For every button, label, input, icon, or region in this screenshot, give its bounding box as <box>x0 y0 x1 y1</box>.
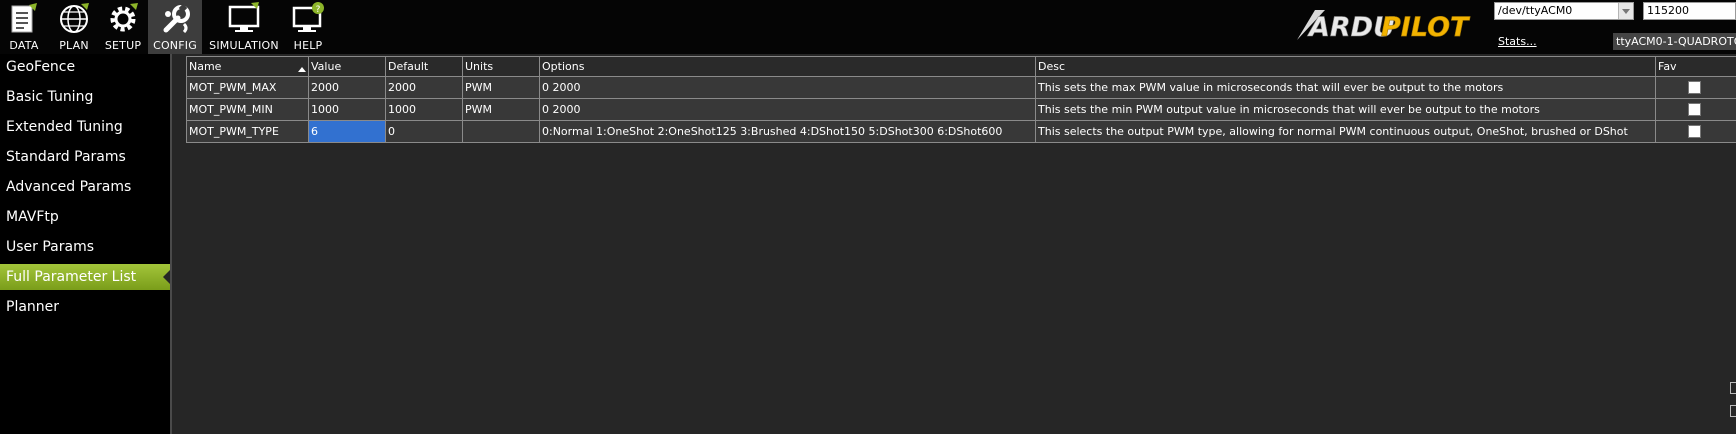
param-name-cell: MOT_PWM_MAX <box>186 76 309 99</box>
sidebar-item-planner[interactable]: Planner <box>0 294 170 320</box>
port-select-value: /dev/ttyACM0 <box>1498 4 1573 17</box>
param-options-cell: 0:Normal 1:OneShot 2:OneShot125 3:Brushe… <box>539 120 1036 143</box>
column-header-options[interactable]: Options <box>539 56 1036 77</box>
help-monitor-icon: ? <box>292 2 324 32</box>
column-header-default[interactable]: Default <box>385 56 463 77</box>
help-button[interactable]: ? HELP <box>286 0 330 54</box>
param-value-cell[interactable]: 1000 <box>308 98 386 121</box>
param-default-cell: 1000 <box>385 98 463 121</box>
param-fav-cell <box>1655 120 1736 143</box>
param-fav-cell <box>1655 76 1736 99</box>
column-header-units[interactable]: Units <box>462 56 540 77</box>
sidebar-item-standard-params[interactable]: Standard Params <box>0 144 170 170</box>
param-options-cell: 0 2000 <box>539 98 1036 121</box>
param-desc-cell: This selects the output PWM type, allowi… <box>1035 120 1656 143</box>
data-icon <box>11 3 37 33</box>
param-units-cell <box>462 120 540 143</box>
setup-button-label: SETUP <box>104 39 142 52</box>
column-header-name-label: Name <box>189 60 222 73</box>
column-header-value[interactable]: Value <box>308 56 386 77</box>
logo-pilot-text: PILOT <box>1381 12 1471 43</box>
table-row[interactable]: MOT_PWM_MAX 2000 2000 PWM 0 2000 This se… <box>186 76 1736 99</box>
sort-ascending-icon <box>298 67 306 72</box>
plan-button-label: PLAN <box>59 39 89 52</box>
sidebar-divider <box>170 54 172 434</box>
sidebar-item-mavftp[interactable]: MAVFtp <box>0 204 170 230</box>
data-button-label: DATA <box>9 39 39 52</box>
edge-checkbox[interactable] <box>1730 382 1736 394</box>
sidebar-item-geofence[interactable]: GeoFence <box>0 54 170 80</box>
param-desc-cell: This sets the max PWM value in microseco… <box>1035 76 1656 99</box>
config-button[interactable]: CONFIG <box>148 0 202 54</box>
ardupilot-logo: ARDU PILOT <box>1297 10 1471 43</box>
svg-text:?: ? <box>316 5 321 15</box>
simulation-button[interactable]: SIMULATION <box>206 0 282 54</box>
param-units-cell: PWM <box>462 76 540 99</box>
sidebar-item-extended-tuning[interactable]: Extended Tuning <box>0 114 170 140</box>
table-row[interactable]: MOT_PWM_MIN 1000 1000 PWM 0 2000 This se… <box>186 98 1736 121</box>
table-row[interactable]: MOT_PWM_TYPE 6 0 0:Normal 1:OneShot 2:On… <box>186 120 1736 143</box>
help-button-label: HELP <box>293 39 323 52</box>
column-header-name[interactable]: Name <box>186 56 309 77</box>
chevron-down-icon[interactable] <box>1618 3 1633 19</box>
column-header-desc[interactable]: Desc <box>1035 56 1656 77</box>
sidebar: GeoFence Basic Tuning Extended Tuning St… <box>0 54 170 434</box>
setup-button[interactable]: SETUP <box>100 0 146 54</box>
param-default-cell: 2000 <box>385 76 463 99</box>
sidebar-item-advanced-params[interactable]: Advanced Params <box>0 174 170 200</box>
param-fav-cell <box>1655 98 1736 121</box>
table-header-row: Name Value Default Units Options Desc Fa… <box>186 56 1736 77</box>
config-button-label: CONFIG <box>153 39 197 52</box>
fav-checkbox[interactable] <box>1688 125 1701 139</box>
param-name-cell: MOT_PWM_TYPE <box>186 120 309 143</box>
param-desc-cell: This sets the min PWM output value in mi… <box>1035 98 1656 121</box>
sidebar-item-user-params[interactable]: User Params <box>0 234 170 260</box>
wrench-icon <box>163 3 190 34</box>
param-options-cell: 0 2000 <box>539 76 1036 99</box>
baud-select[interactable]: 115200 <box>1643 2 1736 20</box>
param-value-cell-selected[interactable]: 6 <box>308 120 386 143</box>
param-units-cell: PWM <box>462 98 540 121</box>
port-select[interactable]: /dev/ttyACM0 <box>1494 2 1634 20</box>
monitor-icon <box>228 2 260 32</box>
sidebar-item-basic-tuning[interactable]: Basic Tuning <box>0 84 170 110</box>
param-default-cell: 0 <box>385 120 463 143</box>
fav-checkbox[interactable] <box>1688 103 1701 117</box>
param-name-cell: MOT_PWM_MIN <box>186 98 309 121</box>
sidebar-item-full-parameter-list[interactable]: Full Parameter List <box>0 264 170 290</box>
simulation-button-label: SIMULATION <box>209 39 279 52</box>
data-button[interactable]: DATA <box>2 0 46 54</box>
column-header-fav[interactable]: Fav <box>1655 56 1736 77</box>
fav-checkbox[interactable] <box>1688 81 1701 95</box>
param-value-cell[interactable]: 2000 <box>308 76 386 99</box>
edge-checkbox[interactable] <box>1730 405 1736 417</box>
globe-icon <box>60 3 89 33</box>
baud-select-value: 115200 <box>1647 4 1689 17</box>
gear-icon <box>110 3 138 32</box>
link-name-display: ttyACM0-1-QUADROTOR <box>1613 33 1736 50</box>
plan-button[interactable]: PLAN <box>52 0 96 54</box>
parameter-table: Name Value Default Units Options Desc Fa… <box>186 56 1736 143</box>
top-toolbar: DATA PLAN SETUP CONFIG SIMULATION ? HELP… <box>0 0 1736 54</box>
stats-link[interactable]: Stats... <box>1498 35 1537 48</box>
